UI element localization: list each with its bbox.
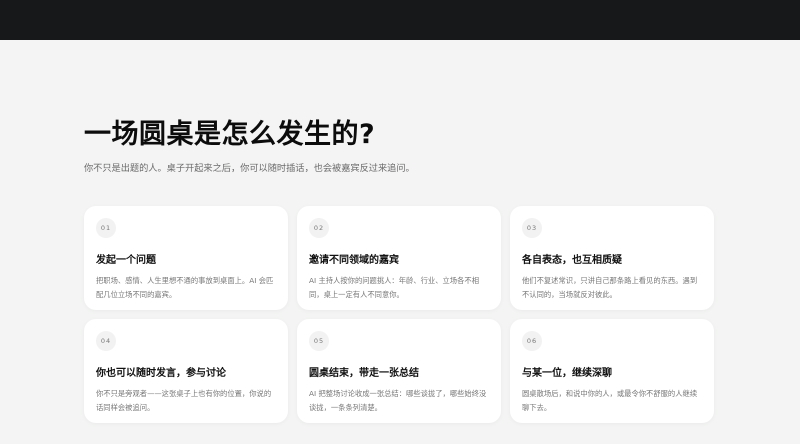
step-description: 他们不复述常识，只讲自己那条路上看见的东西。遇到不认同的，当场就反对彼此。 [522, 276, 698, 299]
step-card-6: 06 与某一位，继续深聊 圆桌散场后，和说中你的人，或最令你不舒服的人继续聊下去… [510, 319, 714, 423]
step-number: 04 [96, 331, 116, 351]
step-description: 你不只是旁观者——这张桌子上也有你的位置，你说的话同样会被追问。 [96, 389, 272, 412]
step-number: 06 [522, 331, 542, 351]
step-number: 01 [96, 218, 116, 238]
step-card-2: 02 邀请不同领域的嘉宾 AI 主持人按你的问题挑人：年龄、行业、立场各不相同，… [297, 206, 501, 310]
step-description: 圆桌散场后，和说中你的人，或最令你不舒服的人继续聊下去。 [522, 389, 698, 412]
step-number: 03 [522, 218, 542, 238]
step-description: AI 主持人按你的问题挑人：年龄、行业、立场各不相同，桌上一定有人不同意你。 [309, 276, 479, 299]
step-card-1: 01 发起一个问题 把职场、感情、人生里想不通的事放到桌面上。AI 会匹配几位立… [84, 206, 288, 310]
step-title: 邀请不同领域的嘉宾 [309, 255, 399, 266]
page-subtitle: 你不只是出题的人。桌子开起来之后，你可以随时插话，也会被嘉宾反过来追问。 [84, 163, 415, 174]
step-card-3: 03 各自表态，也互相质疑 他们不复述常识，只讲自己那条路上看见的东西。遇到不认… [510, 206, 714, 310]
top-navbar [0, 0, 800, 40]
steps-grid: 01 发起一个问题 把职场、感情、人生里想不通的事放到桌面上。AI 会匹配几位立… [84, 206, 714, 423]
step-card-5: 05 圆桌结束，带走一张总结 AI 把整场讨论收成一张总结：哪些谈拢了，哪些始终… [297, 319, 501, 423]
step-card-4: 04 你也可以随时发言，参与讨论 你不只是旁观者——这张桌子上也有你的位置，你说… [84, 319, 288, 423]
step-title: 你也可以随时发言，参与讨论 [96, 368, 226, 379]
step-number: 02 [309, 218, 329, 238]
step-title: 与某一位，继续深聊 [522, 368, 612, 379]
step-title: 各自表态，也互相质疑 [522, 255, 622, 266]
step-title: 圆桌结束，带走一张总结 [309, 368, 419, 379]
step-description: AI 把整场讨论收成一张总结：哪些谈拢了，哪些始终没谈拢，一条条列清楚。 [309, 389, 487, 412]
page-title: 一场圆桌是怎么发生的? [84, 119, 376, 150]
step-title: 发起一个问题 [96, 255, 156, 266]
step-number: 05 [309, 331, 329, 351]
step-description: 把职场、感情、人生里想不通的事放到桌面上。AI 会匹配几位立场不同的嘉宾。 [96, 276, 274, 299]
